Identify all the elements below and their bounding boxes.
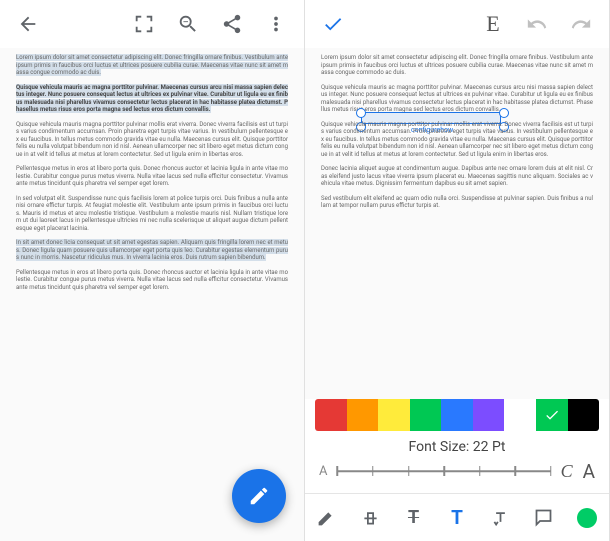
color-swatch[interactable]: [441, 399, 473, 431]
share-button[interactable]: [212, 4, 252, 44]
font-size-label: Font Size:: [409, 439, 470, 455]
doc-para: In sit amet donec licia consequat ut sit…: [16, 239, 288, 262]
redo-button[interactable]: [561, 4, 601, 44]
color-swatch[interactable]: [378, 399, 410, 431]
confirm-button[interactable]: [313, 4, 353, 44]
slider-tick: [479, 466, 481, 476]
slider-tick: [372, 466, 374, 476]
editor-document[interactable]: Lorem ipsum dolor sit amet consectetur a…: [305, 48, 609, 399]
color-swatch[interactable]: [568, 399, 600, 431]
type-style-button[interactable]: E: [473, 4, 513, 44]
doc-para: Sed vestibulum elit eleifend ac quam odi…: [321, 195, 593, 210]
text-tools-panel: Font Size: 22 Pt A C A T T: [305, 399, 609, 541]
slider-min-glyph: A: [319, 464, 327, 479]
slider-tick: [337, 466, 339, 476]
more-button[interactable]: [256, 4, 296, 44]
selection-handle-tr[interactable]: [499, 108, 509, 118]
doc-para: Quisque vehicula mauris magna porttitor …: [16, 121, 288, 159]
slider-tick: [443, 466, 445, 476]
pen-tool[interactable]: [307, 498, 347, 538]
back-button[interactable]: [8, 4, 48, 44]
font-size-slider[interactable]: A C A: [305, 457, 609, 493]
doc-para: Lorem ipsum dolor sit amet consectetur a…: [321, 54, 593, 77]
color-palette: [315, 399, 599, 431]
doc-para: Quisque vehicula mauris ac magna porttit…: [321, 84, 593, 114]
slider-track[interactable]: [337, 459, 550, 483]
color-swatch[interactable]: [410, 399, 442, 431]
color-swatch[interactable]: [347, 399, 379, 431]
editor-pane: E Lorem ipsum dolor sit amet consectetur…: [305, 0, 610, 541]
zoom-out-button[interactable]: [168, 4, 208, 44]
editor-bottombar: T T: [305, 493, 609, 541]
color-swatch[interactable]: [504, 399, 536, 431]
edit-fab[interactable]: [232, 469, 286, 523]
selection-handle-tl[interactable]: [356, 108, 366, 118]
highlight-tool[interactable]: [350, 498, 390, 538]
viewer-document[interactable]: Lorem ipsum dolor sit amet consectetur a…: [0, 48, 304, 541]
doc-para: Quisque vehicula mauris ac magna porttit…: [16, 84, 288, 114]
doc-para: Donec lacinia aliquet augue at condiment…: [321, 165, 593, 188]
doc-para: Lorem ipsum dolor sit amet consectetur a…: [16, 54, 288, 77]
slider-tick: [408, 466, 410, 476]
color-swatch[interactable]: [315, 399, 347, 431]
slider-tick: [514, 466, 516, 476]
color-dot-icon: [577, 508, 597, 528]
scan-button[interactable]: [124, 4, 164, 44]
slider-tick: [550, 466, 552, 476]
color-tool[interactable]: [567, 498, 607, 538]
doc-para: Pellentesque metus in eros at libero por…: [16, 269, 288, 292]
slider-max-glyph: A: [583, 460, 595, 483]
font-size-row: Font Size: 22 Pt: [305, 431, 609, 457]
doc-para: Pellentesque metus in eros at libero por…: [16, 165, 288, 188]
editor-toolbar: E: [305, 0, 609, 48]
color-swatch[interactable]: [536, 399, 568, 431]
doc-para: In sed volutpat elit. Suspendisse nunc q…: [16, 195, 288, 233]
font-size-value: 22 Pt: [473, 439, 506, 455]
viewer-toolbar: [0, 0, 304, 48]
slider-mid-glyph: C: [561, 461, 573, 482]
color-swatch[interactable]: [473, 399, 505, 431]
insert-text-tool[interactable]: [480, 498, 520, 538]
viewer-pane: Lorem ipsum dolor sit amet consectetur a…: [0, 0, 305, 541]
strikethrough-tool[interactable]: T: [394, 498, 434, 538]
doc-para: Quisque vehicula mauris magna porttitor …: [321, 121, 593, 159]
undo-button[interactable]: [517, 4, 557, 44]
text-tool[interactable]: T: [437, 498, 477, 538]
comment-tool[interactable]: [524, 498, 564, 538]
